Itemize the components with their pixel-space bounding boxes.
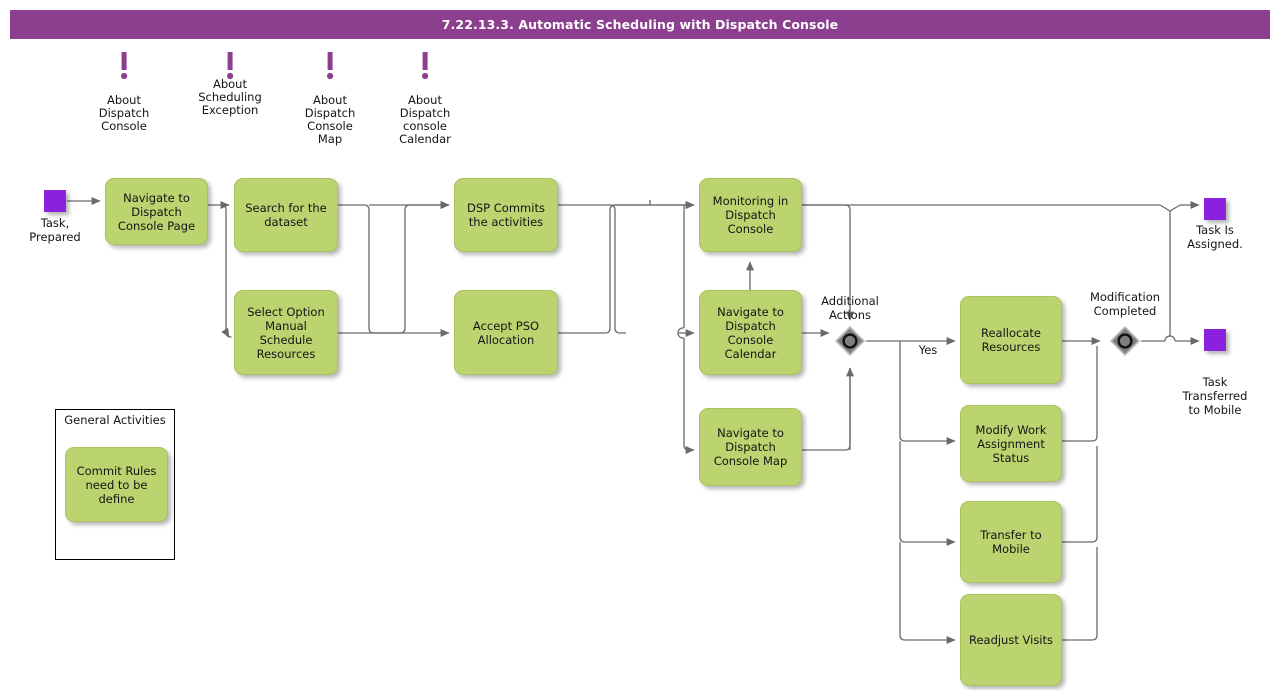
flow-navigate-to-select	[208, 204, 232, 338]
task-accept-pso-allocation[interactable]: Accept PSO Allocation	[454, 290, 558, 375]
exclamation-icon	[422, 52, 429, 80]
task-label: Navigate to Dispatch Console Map	[713, 426, 788, 468]
task-monitoring-in-dispatch-console[interactable]: Monitoring in Dispatch Console	[699, 178, 802, 252]
edge-label-yes: Yes	[918, 343, 938, 357]
diagram-canvas: About Dispatch Console About Scheduling …	[0, 0, 1280, 690]
task-label: Readjust Visits	[968, 633, 1054, 647]
line-hop-end	[1164, 335, 1176, 342]
task-label: Transfer to Mobile	[980, 528, 1042, 556]
task-label: Navigate to Dispatch Console Page	[117, 190, 196, 233]
annotation-label: About Dispatch Console	[98, 93, 150, 133]
task-navigate-to-dispatch-console-page[interactable]: Navigate to Dispatch Console Page	[105, 178, 208, 245]
task-label: DSP Commits the activities	[467, 201, 545, 229]
start-event-label: Task, Prepared	[29, 216, 81, 244]
task-readjust-visits[interactable]: Readjust Visits	[960, 594, 1062, 686]
start-event-task-prepared[interactable]	[44, 190, 66, 212]
flow-navigate-to-select-arrow	[221, 327, 230, 338]
annotation-about-dispatch-console[interactable]: About Dispatch Console	[99, 52, 149, 133]
task-dsp-commits-the-activities[interactable]: DSP Commits the activities	[454, 178, 558, 252]
group-title: General Activities	[64, 413, 166, 427]
flow-accept-pso-to-monitoring	[558, 201, 695, 334]
flow-map-to-gateway	[802, 367, 854, 451]
flow-transfer-to-gateway	[1062, 446, 1098, 543]
exclamation-icon	[327, 52, 334, 80]
end-event-label-transferred: Task Transferred to Mobile	[1182, 375, 1248, 417]
end-event-task-transferred-to-mobile[interactable]	[1204, 329, 1226, 351]
task-select-option-manual-schedule-resources[interactable]: Select Option Manual Schedule Resources	[234, 290, 338, 375]
gateway-label-additional-actions: Additional Actions	[821, 294, 879, 322]
task-transfer-to-mobile[interactable]: Transfer to Mobile	[960, 501, 1062, 583]
task-label: Search for the dataset	[245, 201, 327, 229]
task-label: Navigate to Dispatch Console Calendar	[717, 304, 784, 361]
flow-search-to-pso-bus	[338, 204, 383, 334]
annotation-about-dispatch-console-map[interactable]: About Dispatch Console Map	[305, 52, 355, 146]
flow-readjust-to-gateway	[1062, 547, 1098, 641]
end-event-task-is-assigned[interactable]	[1204, 198, 1226, 220]
flow-gateway-to-transfer	[899, 441, 956, 546]
line-hop-assigned	[1159, 204, 1181, 212]
task-label: Modify Work Assignment Status	[975, 422, 1047, 465]
end-event-label-assigned: Task Is Assigned.	[1187, 223, 1243, 251]
task-reallocate-resources[interactable]: Reallocate Resources	[960, 296, 1062, 384]
annotation-about-scheduling-exception[interactable]: About Scheduling Exception	[198, 52, 262, 117]
task-label: Select Option Manual Schedule Resources	[247, 304, 325, 361]
task-label: Commit Rules need to be define	[76, 463, 157, 506]
gateway-label-modification-completed: Modification Completed	[1089, 290, 1161, 318]
flow-gateway-to-readjust	[899, 542, 956, 644]
annotation-about-dispatch-console-calendar[interactable]: About Dispatch console Calendar	[399, 52, 451, 146]
task-commit-rules-need-to-be-define[interactable]: Commit Rules need to be define	[65, 447, 168, 522]
flow-select-to-dsp	[338, 201, 450, 334]
flow-dsp-bus-down	[558, 204, 626, 334]
task-label: Monitoring in Dispatch Console	[712, 194, 789, 236]
task-search-for-the-dataset[interactable]: Search for the dataset	[234, 178, 338, 252]
gateway-additional-actions[interactable]	[834, 325, 866, 357]
annotation-label: About Dispatch console Calendar	[399, 93, 451, 146]
task-navigate-to-dispatch-console-map[interactable]: Navigate to Dispatch Console Map	[699, 408, 802, 486]
task-label: Reallocate Resources	[981, 326, 1041, 354]
exclamation-icon	[121, 52, 128, 80]
task-label: Accept PSO Allocation	[472, 318, 540, 347]
task-modify-work-assignment-status[interactable]: Modify Work Assignment Status	[960, 405, 1062, 482]
flow-modify-to-gateway	[1062, 346, 1098, 442]
gateway-modification-completed[interactable]	[1109, 325, 1141, 357]
flow-bus-to-map	[683, 338, 695, 454]
task-navigate-to-dispatch-console-calendar[interactable]: Navigate to Dispatch Console Calendar	[699, 290, 802, 375]
line-hop-bus	[677, 327, 685, 339]
